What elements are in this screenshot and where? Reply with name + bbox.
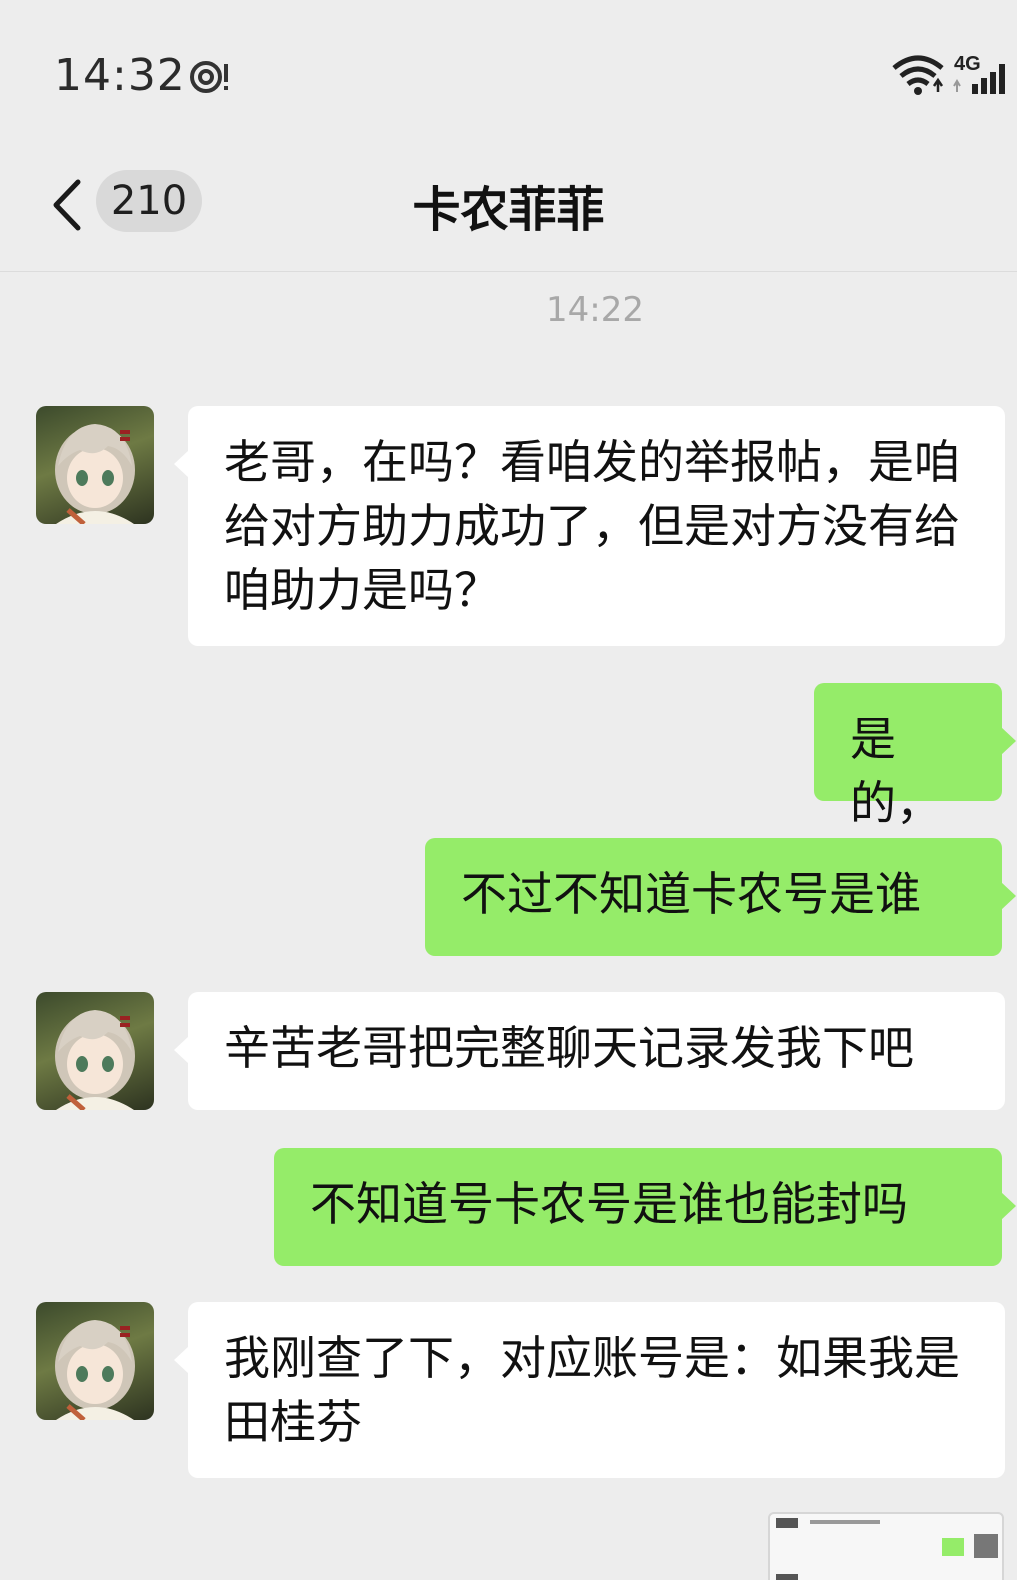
message-bubble-incoming[interactable]: 我刚查了下，对应账号是：如果我是田桂芬 — [174, 1302, 1005, 1478]
message-text: 老哥，在吗？看咱发的举报帖，是咱给对方助力成功了，但是对方没有给咱助力是吗？ — [224, 435, 960, 617]
message-timestamp: 14:22 — [546, 290, 644, 330]
image-message-thumbnail[interactable] — [768, 1512, 1004, 1580]
message-text: 不过不知道卡农号是谁 — [461, 867, 921, 921]
network-type-label: 4G — [954, 53, 981, 75]
chat-screen: 14:32 4G 210 卡农菲菲 14:22 老哥，在吗？看咱发的举报帖，是咱… — [0, 0, 1017, 1580]
eye-notification-icon — [190, 61, 228, 93]
chat-header: 210 卡农菲菲 — [0, 140, 1017, 272]
wifi-icon — [892, 55, 944, 95]
message-text: 辛苦老哥把完整聊天记录发我下吧 — [224, 1021, 914, 1075]
anime-avatar-icon — [55, 424, 135, 524]
status-time: 14:32 — [54, 50, 186, 101]
chat-title: 卡农菲菲 — [0, 170, 1017, 240]
chat-title-text: 卡农菲菲 — [412, 182, 605, 238]
contact-avatar[interactable] — [36, 992, 154, 1110]
message-bubble-outgoing[interactable]: 不知道号卡农号是谁也能封吗 — [274, 1148, 1016, 1266]
contact-avatar[interactable] — [36, 1302, 154, 1420]
cellular-signal-icon: 4G — [953, 53, 1005, 94]
message-text: 不知道号卡农号是谁也能封吗 — [310, 1177, 908, 1231]
contact-avatar[interactable] — [36, 406, 154, 524]
anime-avatar-icon — [55, 1010, 135, 1110]
message-bubble-incoming[interactable]: 老哥，在吗？看咱发的举报帖，是咱给对方助力成功了，但是对方没有给咱助力是吗？ — [174, 406, 1005, 646]
anime-avatar-icon — [55, 1320, 135, 1420]
screenshot-thumbnail-icon — [776, 1518, 998, 1580]
message-text: 我刚查了下，对应账号是：如果我是田桂芬 — [224, 1331, 960, 1449]
message-text: 是的， — [850, 712, 942, 830]
status-bar: 14:32 4G — [0, 0, 1017, 140]
message-bubble-outgoing[interactable]: 不过不知道卡农号是谁 — [425, 838, 1016, 956]
message-bubble-incoming[interactable]: 辛苦老哥把完整聊天记录发我下吧 — [174, 992, 1005, 1110]
message-bubble-outgoing[interactable]: 是的， — [814, 683, 1016, 830]
